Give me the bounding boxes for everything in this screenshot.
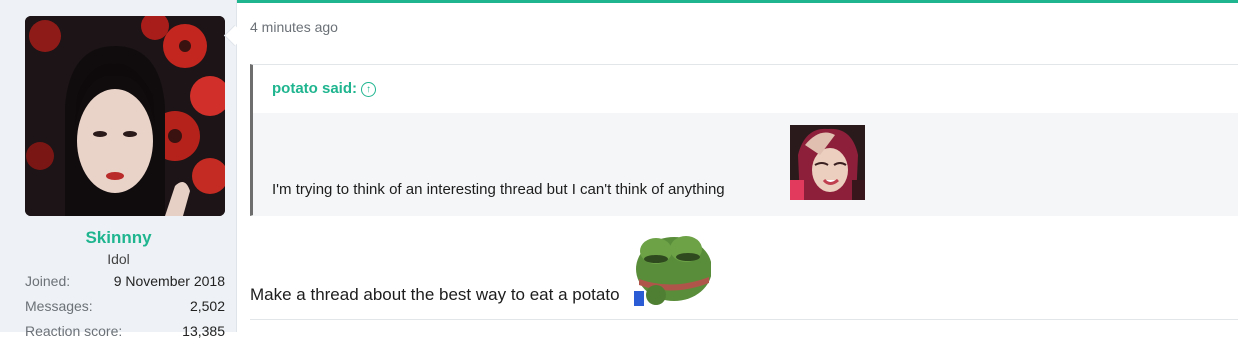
- stat-value[interactable]: 2,502: [190, 298, 225, 314]
- post-content: 4 minutes ago potato said: ↑ I'm trying t…: [238, 3, 1238, 332]
- user-sidebar: Skinnny Idol Joined: 9 November 2018 Mes…: [0, 0, 237, 339]
- quote-body: I'm trying to think of an interesting th…: [253, 113, 1238, 216]
- quote-author[interactable]: potato said:: [272, 80, 357, 97]
- post-timestamp[interactable]: 4 minutes ago: [250, 19, 338, 35]
- quote-block: potato said: ↑ I'm trying to think of an …: [250, 64, 1238, 216]
- arrow-up-circle-icon[interactable]: ↑: [361, 81, 376, 97]
- pepe-emote: [634, 229, 712, 306]
- stat-messages: Messages: 2,502: [25, 298, 225, 316]
- post-body-text: Make a thread about the best way to eat …: [250, 285, 620, 304]
- stat-joined: Joined: 9 November 2018: [25, 273, 225, 291]
- stat-label: Messages:: [25, 298, 93, 314]
- user-avatar[interactable]: [25, 16, 225, 216]
- username[interactable]: Skinnny: [0, 228, 237, 248]
- reaction-gif: [790, 125, 865, 200]
- stat-label: Reaction score:: [25, 323, 123, 339]
- user-title: Idol: [107, 251, 130, 267]
- stat-value: 9 November 2018: [113, 273, 225, 289]
- post-divider: [250, 319, 1238, 320]
- stat-label: Joined:: [25, 273, 71, 289]
- quote-text: I'm trying to think of an interesting th…: [272, 181, 725, 198]
- stat-reaction-score: Reaction score: 13,385: [25, 323, 225, 341]
- avatar-image: [25, 16, 225, 216]
- quote-attribution[interactable]: potato said: ↑: [272, 80, 376, 97]
- stat-value: 13,385: [182, 323, 225, 339]
